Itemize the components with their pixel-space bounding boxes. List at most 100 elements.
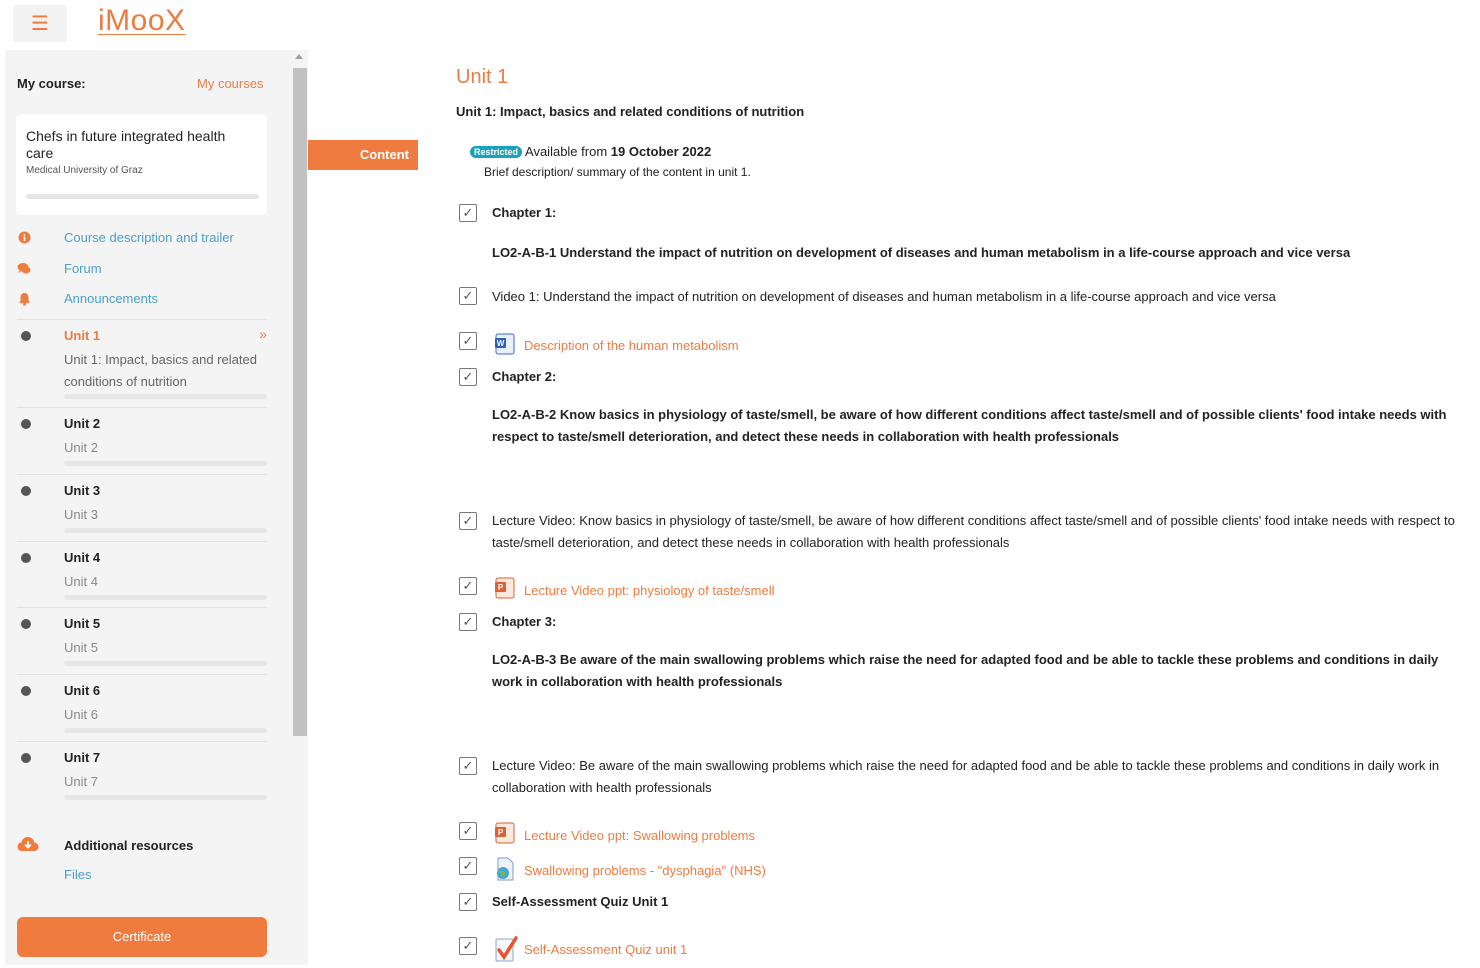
unit-title: Unit 1 bbox=[64, 328, 101, 343]
unit-subtitle: Unit 2 bbox=[64, 440, 98, 455]
site-logo[interactable]: iMooX bbox=[98, 4, 186, 38]
chat-icon bbox=[17, 262, 31, 276]
sidebar-unit-4[interactable]: Unit 4 Unit 4 bbox=[17, 541, 267, 608]
chapter-1-label: Chapter 1: bbox=[492, 205, 557, 220]
unit-progress-bar bbox=[64, 661, 267, 666]
unit-title: Unit 7 bbox=[64, 750, 101, 765]
learning-objective-1: LO2-A-B-1 Understand the impact of nutri… bbox=[492, 245, 1351, 260]
sidebar-unit-7[interactable]: Unit 7 Unit 7 bbox=[17, 741, 267, 808]
unit-status-dot bbox=[21, 331, 31, 341]
course-progress-bar bbox=[26, 194, 259, 199]
unit-title: Unit 3 bbox=[64, 483, 101, 498]
quiz-checkmark-icon bbox=[493, 935, 518, 962]
powerpoint-icon: P bbox=[493, 821, 517, 845]
hamburger-icon[interactable]: ☰ bbox=[13, 5, 67, 42]
unit-status-dot bbox=[21, 619, 31, 629]
completion-checkbox[interactable]: ✓ bbox=[459, 893, 477, 911]
resource-link-ppt-taste-smell[interactable]: Lecture Video ppt: physiology of taste/s… bbox=[524, 583, 775, 598]
unit-progress-bar bbox=[64, 595, 267, 600]
files-link[interactable]: Files bbox=[64, 867, 91, 882]
chapter-2-label: Chapter 2: bbox=[492, 369, 557, 384]
quiz-section-label: Self-Assessment Quiz Unit 1 bbox=[492, 894, 669, 909]
sidebar-item-forum[interactable]: Forum bbox=[5, 261, 285, 286]
unit-title: Unit 6 bbox=[64, 683, 101, 698]
resource-link-dysphagia-nhs[interactable]: Swallowing problems - "dysphagia" (NHS) bbox=[524, 863, 766, 878]
unit-title: Unit 4 bbox=[64, 550, 101, 565]
available-prefix: Available from bbox=[525, 144, 611, 159]
completion-checkbox[interactable]: ✓ bbox=[459, 937, 477, 955]
sidebar-item-label: Forum bbox=[64, 261, 102, 276]
course-title: Chefs in future integrated health care bbox=[26, 128, 226, 161]
learning-objective-3: LO2-A-B-3 Be aware of the main swallowin… bbox=[492, 652, 1439, 689]
unit-status-dot bbox=[21, 553, 31, 563]
unit-subtitle: Unit 1: Impact, basics and related condi… bbox=[64, 352, 257, 389]
unit-progress-bar bbox=[64, 528, 267, 533]
sidebar-item-course-description[interactable]: Course description and trailer bbox=[5, 230, 285, 255]
completion-checkbox[interactable]: ✓ bbox=[459, 368, 477, 386]
course-card[interactable]: Chefs in future integrated health care M… bbox=[16, 114, 267, 215]
course-sidebar: My course: My courses Chefs in future in… bbox=[5, 50, 308, 965]
sidebar-unit-5[interactable]: Unit 5 Unit 5 bbox=[17, 607, 267, 674]
learning-objective-2: LO2-A-B-2 Know basics in physiology of t… bbox=[492, 407, 1447, 444]
chapter-3-label: Chapter 3: bbox=[492, 614, 557, 629]
completion-checkbox[interactable]: ✓ bbox=[459, 577, 477, 595]
sidebar-scrollbar[interactable] bbox=[292, 50, 308, 965]
additional-resources-label: Additional resources bbox=[64, 838, 194, 853]
completion-checkbox[interactable]: ✓ bbox=[459, 857, 477, 875]
cloud-download-icon bbox=[17, 836, 39, 852]
content-tab[interactable]: Content bbox=[308, 140, 418, 170]
unit-subtitle: Unit 5 bbox=[64, 640, 98, 655]
sidebar-unit-6[interactable]: Unit 6 Unit 6 bbox=[17, 674, 267, 741]
unit-progress-bar bbox=[64, 795, 267, 800]
completion-checkbox[interactable]: ✓ bbox=[459, 287, 477, 305]
sidebar-item-label: Announcements bbox=[64, 291, 158, 306]
unit-content: Unit 1 Unit 1: Impact, basics and relate… bbox=[456, 0, 1476, 965]
unit-status-dot bbox=[21, 486, 31, 496]
available-date: 19 October 2022 bbox=[610, 144, 712, 159]
video-1-label: Video 1: Understand the impact of nutrit… bbox=[492, 289, 1276, 304]
unit-brief: Brief description/ summary of the conten… bbox=[484, 165, 751, 179]
web-url-icon bbox=[493, 857, 517, 881]
scroll-up-icon[interactable] bbox=[295, 54, 303, 59]
course-organization: Medical University of Graz bbox=[26, 165, 143, 176]
word-document-icon: W bbox=[493, 332, 517, 356]
video-3-label: Lecture Video: Be aware of the main swal… bbox=[492, 758, 1440, 795]
completion-checkbox[interactable]: ✓ bbox=[459, 757, 477, 775]
scrollbar-thumb[interactable] bbox=[293, 68, 307, 736]
completion-checkbox[interactable]: ✓ bbox=[459, 204, 477, 222]
availability-info: Restricted Available from 19 October 2022 bbox=[470, 144, 711, 159]
unit-progress-bar bbox=[64, 461, 267, 466]
unit-progress-bar bbox=[64, 394, 267, 399]
powerpoint-icon: P bbox=[493, 576, 517, 600]
completion-checkbox[interactable]: ✓ bbox=[459, 822, 477, 840]
resource-link-ppt-swallowing[interactable]: Lecture Video ppt: Swallowing problems bbox=[524, 828, 755, 843]
my-courses-link[interactable]: My courses bbox=[197, 76, 263, 91]
unit-subtitle: Unit 4 bbox=[64, 574, 98, 589]
sidebar-unit-1[interactable]: Unit 1 » Unit 1: Impact, basics and rela… bbox=[17, 319, 267, 407]
completion-checkbox[interactable]: ✓ bbox=[459, 512, 477, 530]
unit-subtitle: Unit 3 bbox=[64, 507, 98, 522]
unit-title: Unit 5 bbox=[64, 616, 101, 631]
bell-icon bbox=[17, 292, 31, 306]
completion-checkbox[interactable]: ✓ bbox=[459, 613, 477, 631]
video-2-label: Lecture Video: Know basics in physiology… bbox=[492, 513, 1455, 550]
my-course-label: My course: bbox=[17, 76, 86, 91]
info-icon bbox=[17, 231, 31, 245]
unit-status-dot bbox=[21, 753, 31, 763]
quiz-link[interactable]: Self-Assessment Quiz unit 1 bbox=[524, 942, 687, 957]
sidebar-item-announcements[interactable]: Announcements bbox=[5, 291, 285, 316]
unit-title: Unit 2 bbox=[64, 416, 101, 431]
unit-status-dot bbox=[21, 419, 31, 429]
completion-checkbox[interactable]: ✓ bbox=[459, 332, 477, 350]
restricted-badge: Restricted bbox=[470, 146, 523, 158]
unit-subtitle: Unit 6 bbox=[64, 707, 98, 722]
resource-link-human-metabolism[interactable]: Description of the human metabolism bbox=[524, 338, 739, 353]
page-title: Unit 1 bbox=[456, 66, 509, 88]
sidebar-unit-3[interactable]: Unit 3 Unit 3 bbox=[17, 474, 267, 541]
certificate-button[interactable]: Certificate bbox=[17, 917, 267, 957]
sidebar-item-label: Course description and trailer bbox=[64, 230, 234, 245]
unit-progress-bar bbox=[64, 728, 267, 733]
svg-text:W: W bbox=[497, 339, 505, 348]
unit-status-dot bbox=[21, 686, 31, 696]
sidebar-unit-2[interactable]: Unit 2 Unit 2 bbox=[17, 407, 267, 474]
